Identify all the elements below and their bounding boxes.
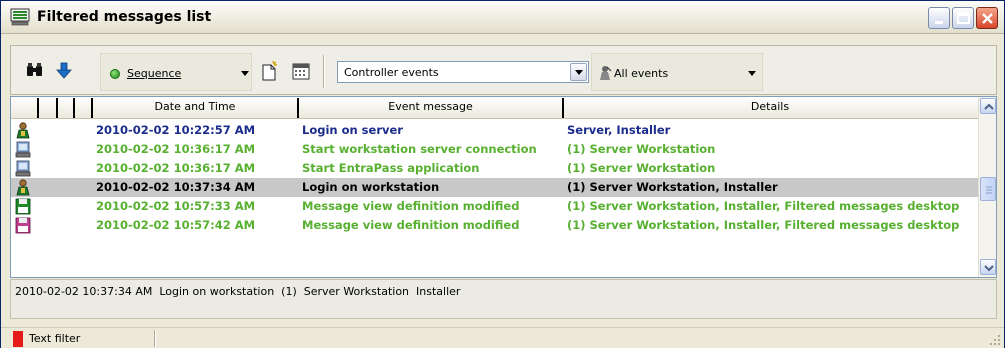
- table-row[interactable]: 2010-02-02 10:36:17 AM Start EntraPass a…: [11, 159, 978, 178]
- row-message: Message view definition modified: [302, 218, 520, 232]
- column-header-details[interactable]: Details: [564, 97, 976, 119]
- scroll-down-arrow-icon[interactable]: [54, 60, 74, 82]
- toolbar: Sequence Controller events All events: [10, 45, 997, 95]
- grid-header: Date and Time Event message Details: [11, 97, 978, 119]
- row-message: Message view definition modified: [302, 199, 520, 213]
- row-date: 2010-02-02 10:57:33 AM: [96, 199, 256, 213]
- row-message: Login on workstation: [302, 180, 440, 194]
- minimize-button[interactable]: [928, 7, 950, 29]
- row-date: 2010-02-02 10:57:42 AM: [96, 218, 256, 232]
- floppy-green-icon: [15, 198, 31, 215]
- calendar-icon[interactable]: [291, 60, 311, 82]
- column-header-date[interactable]: Date and Time: [93, 97, 297, 119]
- row-details: (1) Server Workstation: [567, 161, 716, 175]
- row-details: (1) Server Workstation, Installer, Filte…: [567, 199, 960, 213]
- scroll-thumb[interactable]: [980, 177, 996, 201]
- chevron-down-icon: [748, 71, 756, 76]
- sequence-label: Sequence: [127, 67, 182, 80]
- messages-list-icon: [10, 8, 30, 26]
- window-title: Filtered messages list: [37, 9, 212, 25]
- toolbar-separator: [323, 55, 324, 88]
- text-filter-label: Text filter: [29, 332, 81, 345]
- filtered-messages-window: Filtered messages list Sequence Controll…: [0, 0, 1005, 348]
- status-bar: Text filter: [1, 327, 1004, 348]
- event-type-dropdown-button[interactable]: [570, 63, 587, 81]
- message-detail-panel: 2010-02-02 10:37:34 AM Login on workstat…: [10, 279, 997, 319]
- row-details: (1) Server Workstation: [567, 142, 716, 156]
- messages-grid: Date and Time Event message Details 2010…: [10, 96, 997, 278]
- chevron-down-icon: [241, 71, 249, 76]
- floppy-pink-icon: [15, 217, 31, 234]
- maximize-icon: [957, 12, 970, 24]
- close-icon: [982, 13, 993, 24]
- message-detail-text: 2010-02-02 10:37:34 AM Login on workstat…: [15, 285, 461, 298]
- events-filter-dropdown[interactable]: All events: [591, 53, 763, 91]
- minimize-icon: [935, 21, 943, 24]
- user-key-icon: [15, 179, 31, 196]
- event-type-value: Controller events: [344, 66, 439, 79]
- column-header-event-message[interactable]: Event message: [299, 97, 562, 119]
- column-divider[interactable]: [56, 98, 58, 118]
- resize-grip-icon[interactable]: [989, 334, 1001, 346]
- table-row[interactable]: 2010-02-02 10:57:42 AM Message view defi…: [11, 216, 978, 235]
- close-button[interactable]: [976, 7, 998, 29]
- scroll-down-button[interactable]: [980, 259, 996, 275]
- row-details: (1) Server Workstation, Installer, Filte…: [567, 218, 960, 232]
- status-divider: [154, 330, 155, 347]
- new-document-icon[interactable]: [259, 60, 279, 82]
- sequence-dropdown[interactable]: Sequence: [100, 53, 252, 91]
- column-divider[interactable]: [73, 98, 75, 118]
- row-date: 2010-02-02 10:36:17 AM: [96, 161, 256, 175]
- row-date: 2010-02-02 10:22:57 AM: [96, 123, 256, 137]
- vertical-scrollbar[interactable]: [978, 97, 996, 277]
- grip-lines-icon: [986, 186, 992, 194]
- row-details: (1) Server Workstation, Installer: [567, 180, 778, 194]
- maximize-button[interactable]: [952, 7, 974, 29]
- row-date: 2010-02-02 10:37:34 AM: [96, 180, 256, 194]
- chevron-up-icon: [984, 103, 994, 110]
- table-row[interactable]: 2010-02-02 10:57:33 AM Message view defi…: [11, 197, 978, 216]
- scroll-up-button[interactable]: [980, 98, 996, 114]
- text-filter-indicator: [13, 331, 23, 347]
- user-key-icon: [15, 122, 31, 139]
- sequence-status-icon: [110, 69, 120, 79]
- chevron-down-icon: [575, 70, 583, 75]
- title-bar[interactable]: Filtered messages list: [1, 1, 1004, 34]
- find-binoculars-icon[interactable]: [25, 60, 45, 82]
- table-row[interactable]: 2010-02-02 10:36:17 AM Start workstation…: [11, 140, 978, 159]
- grid-rows: 2010-02-02 10:22:57 AM Login on server S…: [11, 121, 978, 235]
- row-date: 2010-02-02 10:36:17 AM: [96, 142, 256, 156]
- events-filter-icon: [600, 66, 612, 80]
- table-row[interactable]: 2010-02-02 10:37:34 AM Login on workstat…: [11, 178, 978, 197]
- events-filter-label: All events: [614, 67, 669, 80]
- workstation-icon: [15, 160, 31, 177]
- table-row[interactable]: 2010-02-02 10:22:57 AM Login on server S…: [11, 121, 978, 140]
- row-details: Server, Installer: [567, 123, 671, 137]
- event-type-combo[interactable]: Controller events: [337, 61, 589, 83]
- row-message: Login on server: [302, 123, 403, 137]
- row-message: Start workstation server connection: [302, 142, 537, 156]
- workstation-icon: [15, 141, 31, 158]
- chevron-down-icon: [984, 265, 994, 272]
- column-divider[interactable]: [37, 98, 39, 118]
- row-message: Start EntraPass application: [302, 161, 480, 175]
